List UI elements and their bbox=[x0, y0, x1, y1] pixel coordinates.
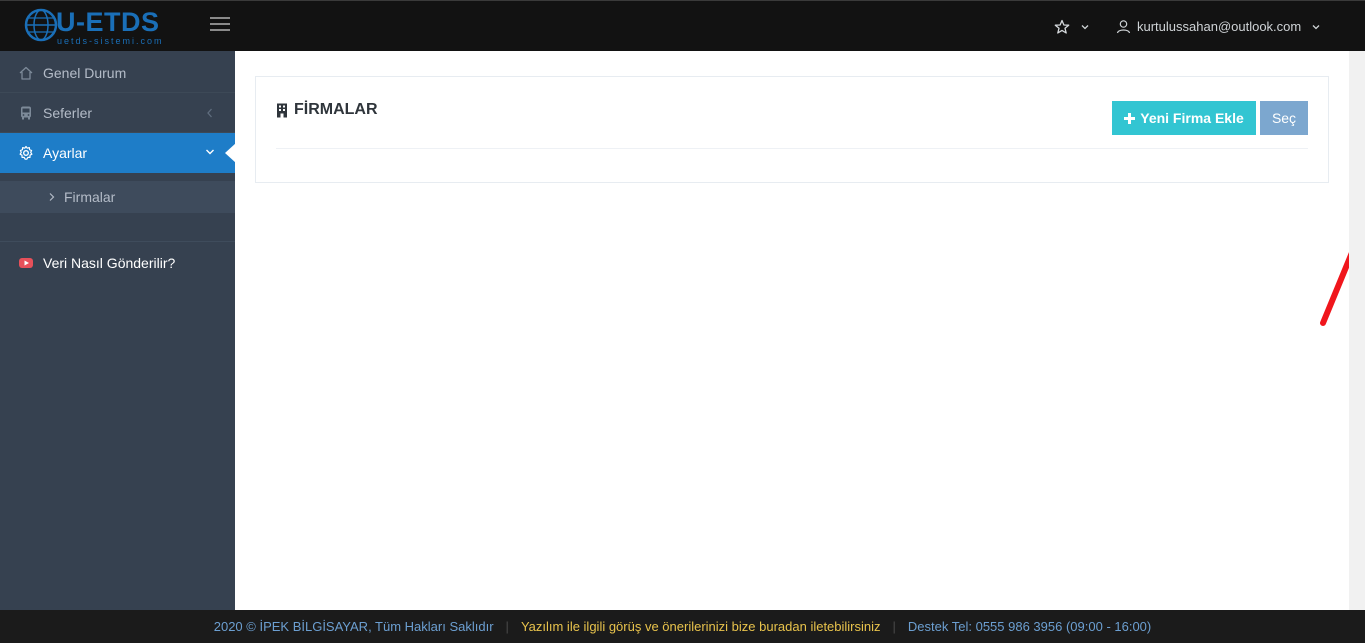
footer: 2020 © İPEK BİLGİSAYAR, Tüm Hakları Sakl… bbox=[0, 610, 1365, 643]
sidebar-item-label: Ayarlar bbox=[43, 145, 88, 161]
scrollbar-track[interactable] bbox=[1349, 51, 1365, 610]
user-dropdown[interactable]: kurtulussahan@outlook.com bbox=[1116, 19, 1321, 34]
sidebar-item-label: Genel Durum bbox=[43, 65, 127, 81]
youtube-icon bbox=[19, 258, 33, 268]
main-content: FİRMALAR Yeni Firma Ekle Seç bbox=[235, 51, 1365, 610]
user-email: kurtulussahan@outlook.com bbox=[1137, 19, 1302, 34]
app-window: U-ETDS uetds-sistemi.com kurtulussahan@o… bbox=[0, 0, 1365, 643]
footer-support-phone: Destek Tel: 0555 986 3956 (09:00 - 16:00… bbox=[907, 619, 1152, 634]
footer-feedback-link[interactable]: Yazılım ile ilgili görüş ve önerileriniz… bbox=[521, 619, 881, 634]
user-icon bbox=[1116, 20, 1131, 34]
footer-copyright: 2020 © İPEK BİLGİSAYAR, Tüm Hakları Sakl… bbox=[213, 619, 494, 634]
chevron-down-icon bbox=[1312, 24, 1320, 29]
sidebar-item-veri-nasil-gonderilir[interactable]: Veri Nasıl Gönderilir? bbox=[0, 243, 235, 283]
sidebar-subitem-label: Firmalar bbox=[64, 189, 116, 205]
star-icon bbox=[1054, 19, 1070, 34]
sidebar-item-label: Veri Nasıl Gönderilir? bbox=[43, 255, 176, 271]
select-button[interactable]: Seç bbox=[1260, 101, 1308, 135]
page-title: FİRMALAR bbox=[276, 101, 378, 119]
sidebar-item-label: Seferler bbox=[43, 105, 93, 121]
bus-icon bbox=[21, 106, 31, 120]
firms-panel: FİRMALAR Yeni Firma Ekle Seç bbox=[255, 76, 1329, 183]
sidebar: Genel Durum Seferler Ayarlar Firmalar Ve… bbox=[0, 51, 236, 610]
top-bar: U-ETDS uetds-sistemi.com kurtulussahan@o… bbox=[0, 0, 1365, 51]
sidebar-item-genel-durum[interactable]: Genel Durum bbox=[0, 53, 235, 93]
brand-name: U-ETDS bbox=[56, 7, 160, 37]
gear-icon bbox=[19, 145, 33, 160]
sidebar-divider bbox=[0, 241, 235, 242]
favorites-dropdown[interactable] bbox=[1054, 19, 1090, 35]
brand-subtitle: uetds-sistemi.com bbox=[57, 36, 164, 46]
menu-toggle-icon[interactable] bbox=[210, 17, 230, 33]
add-firm-button[interactable]: Yeni Firma Ekle bbox=[1112, 101, 1256, 135]
footer-separator: | bbox=[892, 619, 896, 634]
page-title-text: FİRMALAR bbox=[294, 101, 378, 118]
chevron-down-icon bbox=[1081, 25, 1089, 30]
add-firm-label: Yeni Firma Ekle bbox=[1140, 110, 1244, 126]
sidebar-item-seferler[interactable]: Seferler bbox=[0, 93, 235, 133]
sidebar-item-ayarlar[interactable]: Ayarlar bbox=[0, 133, 236, 173]
chevron-left-icon bbox=[207, 108, 212, 118]
panel-divider bbox=[276, 148, 1308, 149]
plus-icon bbox=[1124, 112, 1136, 124]
footer-separator: | bbox=[505, 619, 509, 634]
sidebar-subitem-firmalar[interactable]: Firmalar bbox=[0, 181, 235, 213]
chevron-right-icon bbox=[49, 193, 55, 201]
chevron-down-icon bbox=[206, 149, 214, 155]
logo[interactable]: U-ETDS uetds-sistemi.com bbox=[24, 6, 184, 48]
building-icon bbox=[277, 103, 287, 117]
home-icon bbox=[19, 66, 33, 80]
globe-icon bbox=[24, 8, 58, 42]
